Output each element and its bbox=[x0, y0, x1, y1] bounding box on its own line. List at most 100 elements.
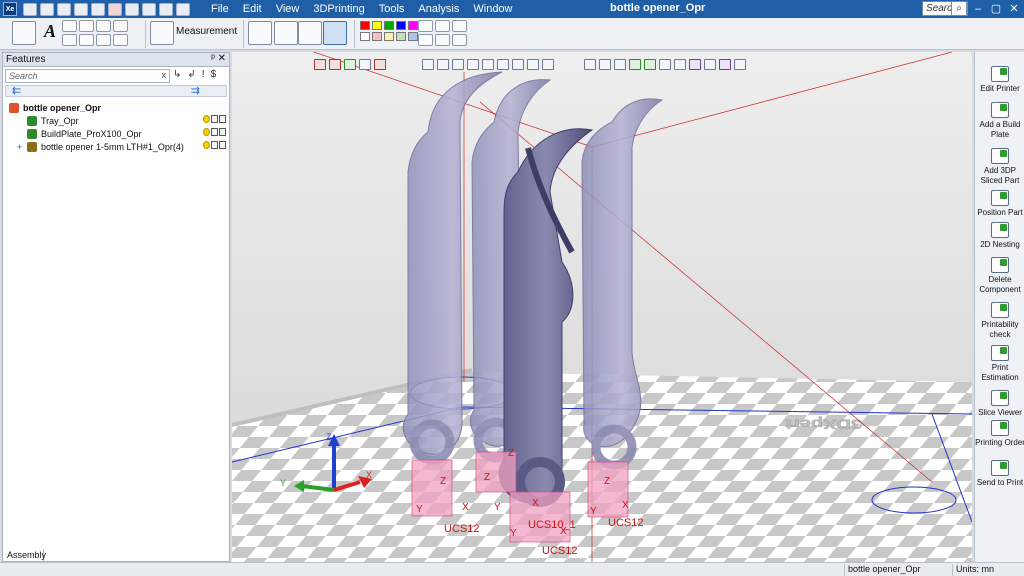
select-icon[interactable] bbox=[159, 2, 173, 16]
tree-item[interactable]: + bottle opener 1-5mm LTH#1_Opr(4) bbox=[3, 140, 229, 153]
select-box-icon[interactable] bbox=[359, 59, 371, 70]
color-wheel-icon[interactable] bbox=[418, 34, 433, 46]
color-swatch[interactable] bbox=[360, 21, 370, 30]
forward-arrow-icon[interactable]: ⇉ bbox=[191, 84, 200, 97]
open-icon[interactable] bbox=[40, 2, 54, 16]
view-iso-icon[interactable] bbox=[527, 59, 539, 70]
plane-icon[interactable] bbox=[644, 59, 656, 70]
undo-icon[interactable] bbox=[125, 2, 139, 16]
view-right-icon[interactable] bbox=[512, 59, 524, 70]
rotate-icon[interactable] bbox=[584, 59, 596, 70]
view-front-icon[interactable] bbox=[452, 59, 464, 70]
menu-3dprinting[interactable]: 3DPrinting bbox=[306, 3, 371, 15]
render-icon[interactable] bbox=[482, 59, 494, 70]
lock-icon[interactable] bbox=[219, 141, 226, 149]
printability-check-button[interactable]: Printability check bbox=[975, 302, 1024, 340]
menu-file[interactable]: File bbox=[204, 3, 236, 15]
scene-canvas[interactable]: 3DXpert Z X Y UCS12 UCS12 UCS10_1 UCS12 … bbox=[232, 52, 972, 562]
drop-icon[interactable] bbox=[659, 59, 671, 70]
app-logo-icon[interactable]: Xe bbox=[3, 2, 17, 16]
remove-icon[interactable] bbox=[314, 59, 326, 70]
features-search-input[interactable]: Search x bbox=[5, 69, 170, 83]
collapse-tree-icon[interactable]: ↲ bbox=[187, 69, 195, 80]
delete-component-button[interactable]: Delete Component bbox=[975, 257, 1024, 295]
paint-icon[interactable] bbox=[452, 20, 467, 32]
scale-icon[interactable] bbox=[719, 59, 731, 70]
show-icon[interactable] bbox=[211, 128, 218, 136]
redo-icon[interactable] bbox=[142, 2, 156, 16]
zoom-in-icon[interactable] bbox=[274, 21, 298, 45]
menu-analysis[interactable]: Analysis bbox=[411, 3, 466, 15]
trim-icon[interactable] bbox=[79, 34, 94, 46]
slice-viewer-button[interactable]: Slice Viewer bbox=[975, 390, 1024, 418]
line-weight-icon[interactable] bbox=[435, 20, 450, 32]
window-layout-icon[interactable] bbox=[176, 2, 190, 16]
hide-icon[interactable] bbox=[374, 59, 386, 70]
arc-icon[interactable] bbox=[113, 20, 128, 32]
pan-icon[interactable] bbox=[323, 21, 347, 45]
close-document-icon[interactable] bbox=[108, 2, 122, 16]
tree-item[interactable]: bottle opener_Opr bbox=[3, 101, 229, 114]
new-icon[interactable] bbox=[57, 2, 71, 16]
menu-window[interactable]: Window bbox=[466, 3, 519, 15]
zoom-all-icon[interactable] bbox=[298, 21, 322, 45]
color-swatch[interactable] bbox=[372, 21, 382, 30]
color-swatch[interactable] bbox=[384, 32, 394, 41]
search-icon[interactable]: ⌕ bbox=[951, 1, 967, 16]
move-icon[interactable] bbox=[599, 59, 611, 70]
panel-pin-close-controls[interactable]: ᵖ ✕ bbox=[211, 53, 226, 64]
close-button[interactable]: ✕ bbox=[1006, 1, 1022, 16]
mirror-icon[interactable] bbox=[113, 34, 128, 46]
view-left-icon[interactable] bbox=[497, 59, 509, 70]
color-swatch[interactable] bbox=[372, 32, 382, 41]
color-picker-icon[interactable] bbox=[418, 20, 433, 32]
support-icon[interactable] bbox=[734, 59, 746, 70]
printing-order-button[interactable]: Printing Order bbox=[975, 420, 1024, 448]
menu-edit[interactable]: Edit bbox=[236, 3, 269, 15]
back-arrow-icon[interactable]: ⇇ bbox=[12, 84, 21, 97]
menu-view[interactable]: View bbox=[269, 3, 307, 15]
save-icon[interactable] bbox=[23, 2, 37, 16]
bulb-icon[interactable] bbox=[203, 128, 210, 136]
show-icon[interactable] bbox=[211, 141, 218, 149]
3d-viewport[interactable]: 3DXpert Z X Y UCS12 UCS12 UCS10_1 UCS12 … bbox=[232, 52, 972, 562]
maximize-button[interactable]: ▢ bbox=[988, 1, 1004, 16]
light-icon[interactable] bbox=[422, 59, 434, 70]
color-swatch[interactable] bbox=[408, 32, 418, 41]
add-build-plate-button[interactable]: Add a Build Plate bbox=[975, 102, 1024, 140]
color-swatch[interactable] bbox=[360, 32, 370, 41]
position-part-button[interactable]: Position Part bbox=[975, 190, 1024, 218]
expand-tree-icon[interactable]: ↳ bbox=[173, 69, 181, 80]
bulb-icon[interactable] bbox=[203, 141, 210, 149]
tree-item[interactable]: Tray_Opr bbox=[3, 114, 229, 127]
triangle-icon[interactable] bbox=[96, 20, 111, 32]
minimize-button[interactable]: ‒ bbox=[970, 1, 986, 16]
tab-assembly[interactable]: Assembly bbox=[2, 549, 46, 562]
show-icon[interactable] bbox=[211, 115, 218, 123]
zoom-icon[interactable] bbox=[248, 21, 272, 45]
edit-printer-button[interactable]: Edit Printer bbox=[975, 66, 1024, 94]
send-to-print-button[interactable]: Send to Print bbox=[975, 460, 1024, 488]
lock-icon[interactable] bbox=[219, 128, 226, 136]
tree-expander-icon[interactable]: + bbox=[17, 142, 27, 152]
filter-icon[interactable] bbox=[344, 59, 356, 70]
bulb-icon[interactable] bbox=[203, 115, 210, 123]
color-swatch[interactable] bbox=[396, 21, 406, 30]
mirror-part-icon[interactable] bbox=[704, 59, 716, 70]
color-swatch[interactable] bbox=[396, 32, 406, 41]
tree-item[interactable]: BuildPlate_ProX100_Opr bbox=[3, 127, 229, 140]
lock-icon[interactable] bbox=[219, 115, 226, 123]
line-icon[interactable] bbox=[62, 20, 77, 32]
grid-icon[interactable] bbox=[452, 34, 467, 46]
bulb-icon[interactable] bbox=[437, 59, 449, 70]
warning-filter-icon[interactable]: ! bbox=[202, 69, 205, 80]
2d-nesting-button[interactable]: 2D Nesting bbox=[975, 222, 1024, 250]
clear-search-icon[interactable]: x bbox=[162, 70, 167, 80]
translate-icon[interactable] bbox=[614, 59, 626, 70]
import-icon[interactable] bbox=[74, 2, 88, 16]
print-icon[interactable] bbox=[91, 2, 105, 16]
cube-delete-icon[interactable] bbox=[329, 59, 341, 70]
line-style-icon[interactable] bbox=[435, 34, 450, 46]
point-icon[interactable] bbox=[62, 34, 77, 46]
menu-tools[interactable]: Tools bbox=[372, 3, 412, 15]
